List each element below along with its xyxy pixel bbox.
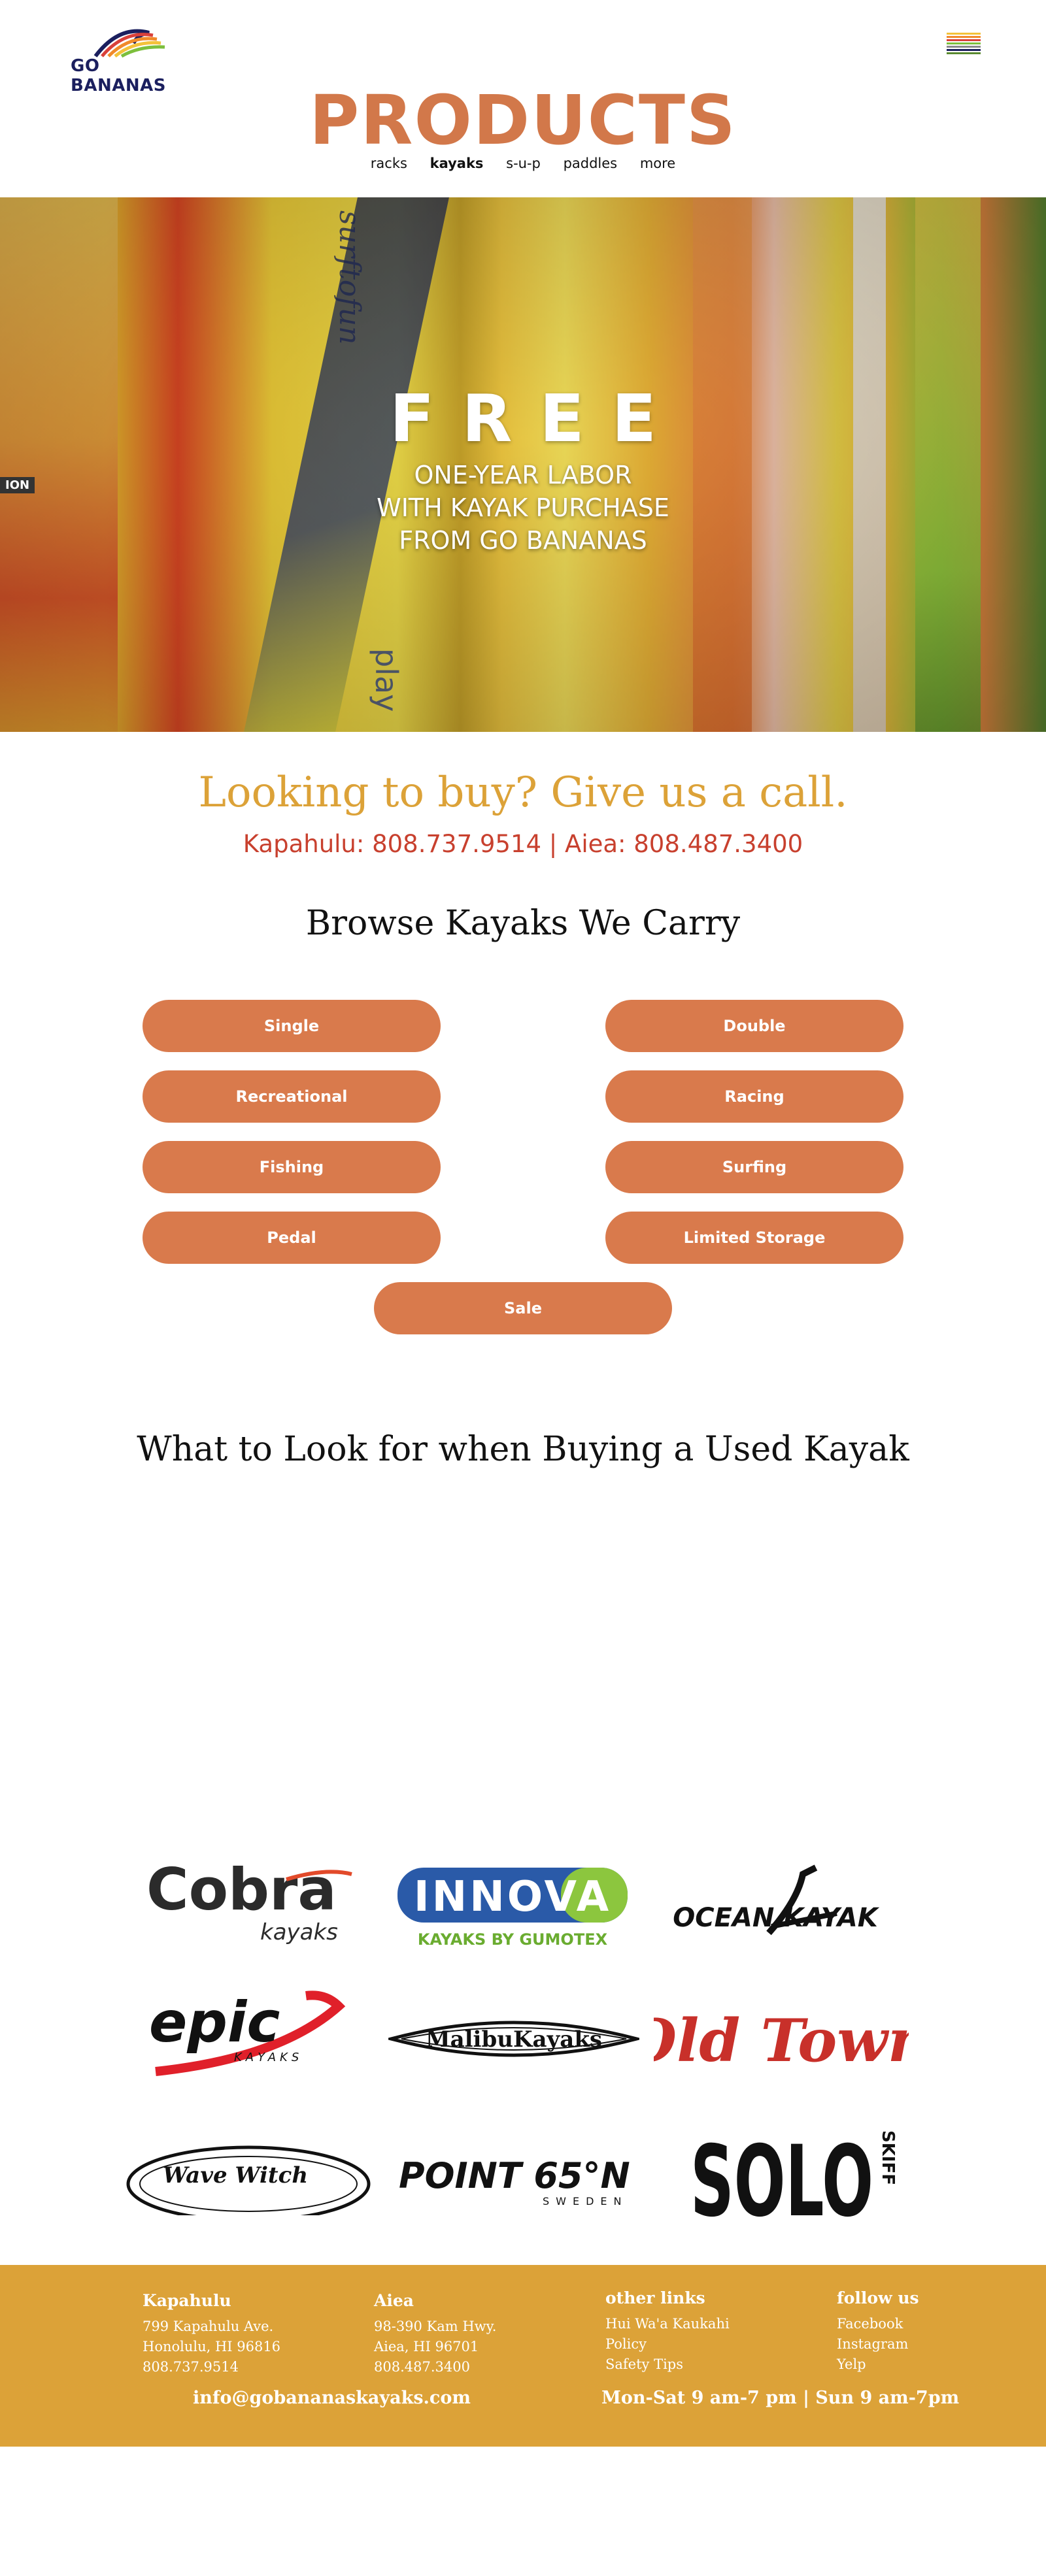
footer-heading: Kapahulu [143, 2291, 231, 2310]
brand-sub: SKIFF [878, 2130, 898, 2185]
footer-heading: Aiea [374, 2291, 414, 2310]
footer-link-yelp[interactable]: Yelp [837, 2354, 919, 2375]
brand-logo-innova[interactable]: INNOVA KAYAKS BY GUMOTEX [397, 1855, 639, 1953]
page-title: PRODUCTS [309, 80, 737, 160]
hero-image-text-surf: surftofun [333, 210, 366, 345]
hero-line: FROM GO BANANAS [399, 526, 647, 555]
category-button-double[interactable]: Double [605, 1000, 903, 1052]
category-button-limited-storage[interactable]: Limited Storage [605, 1212, 903, 1264]
footer-phone[interactable]: 808.737.9514 [143, 2357, 280, 2377]
hamburger-icon[interactable] [947, 33, 981, 59]
site-footer: Kapahulu 799 Kapahulu Ave. Honolulu, HI … [0, 2265, 1046, 2447]
brand-name: epic [149, 1990, 280, 2055]
call-title: Looking to buy? Give us a call. [198, 768, 848, 817]
brand-logo-ocean-kayak[interactable]: OCEAN KAYAK [654, 1855, 896, 1953]
category-button-single[interactable]: Single [143, 1000, 441, 1052]
call-phone-numbers[interactable]: Kapahulu: 808.737.9514 | Aiea: 808.487.3… [0, 830, 1046, 858]
brand-sub: KAYAKS BY GUMOTEX [418, 1930, 608, 1949]
nav-item-more[interactable]: more [640, 156, 675, 171]
products-nav: racks kayaks s-u-p paddles more [0, 156, 1046, 171]
hero-banner: surftofun play ION FREE ONE-YEAR LABOR W… [0, 197, 1046, 732]
footer-other-links: other links Hui Wa'a Kaukahi Policy Safe… [605, 2288, 730, 2375]
footer-heading: follow us [837, 2288, 919, 2307]
brand-name: Wave Witch [163, 2162, 308, 2188]
footer-link-policy[interactable]: Policy [605, 2334, 730, 2354]
brand-name: INNOVA [414, 1873, 611, 1921]
brand-logo-malibu-kayaks[interactable]: MalibuKayaks [388, 1980, 639, 2078]
brand-name: Cobra [146, 1856, 337, 1923]
category-button-surfing[interactable]: Surfing [605, 1141, 903, 1193]
brand-name: SOLO [690, 2125, 873, 2228]
brand-logo-epic[interactable]: epic KAYAKS [136, 1980, 378, 2078]
browse-title: Browse Kayaks We Carry [305, 904, 741, 943]
footer-aiea: Aiea 98-390 Kam Hwy. Aiea, HI 96701 808.… [374, 2291, 496, 2377]
brand-sub: KAYAKS [234, 2051, 303, 2064]
footer-link-facebook[interactable]: Facebook [837, 2314, 919, 2334]
footer-email-link[interactable]: info@gobananaskayaks.com [193, 2388, 471, 2408]
footer-line: 98-390 Kam Hwy. [374, 2319, 497, 2334]
footer-line: 799 Kapahulu Ave. [143, 2319, 274, 2334]
brand-name: MalibuKayaks [426, 2026, 602, 2053]
nav-item-racks[interactable]: racks [371, 156, 407, 171]
brand-name: POINT 65°N [399, 2155, 630, 2196]
category-button-fishing[interactable]: Fishing [143, 1141, 441, 1193]
footer-heading: other links [605, 2288, 705, 2307]
footer-hours: Mon-Sat 9 am-7 pm | Sun 9 am-7pm [601, 2388, 960, 2408]
footer-line: Aiea, HI 96701 [374, 2339, 479, 2354]
nav-item-kayaks[interactable]: kayaks [430, 156, 484, 171]
footer-kapahulu: Kapahulu 799 Kapahulu Ave. Honolulu, HI … [143, 2291, 280, 2377]
used-kayak-guide-title: What to Look for when Buying a Used Kaya… [137, 1430, 909, 1469]
brand-logo-old-town[interactable]: Old Town [654, 1980, 909, 2078]
nav-item-paddles[interactable]: paddles [564, 156, 618, 171]
brand-logo-cobra[interactable]: Cobra kayaks [136, 1855, 378, 1953]
category-button-sale[interactable]: Sale [374, 1282, 672, 1334]
brand-sub: SWEDEN [543, 2195, 628, 2207]
site-header: GO BANANAS PRODUCTS racks kayaks s-u-p p… [0, 0, 1046, 197]
brand-logo-wave-witch[interactable]: Wave Witch [124, 2117, 371, 2215]
footer-link-hui-waa[interactable]: Hui Wa'a Kaukahi [605, 2314, 730, 2334]
go-bananas-logo[interactable]: GO BANANAS [71, 24, 195, 95]
hero-line: ONE-YEAR LABOR [414, 461, 632, 489]
category-button-pedal[interactable]: Pedal [143, 1212, 441, 1264]
brand-logo-solo-skiff[interactable]: SOLO SKIFF [686, 2117, 928, 2228]
nav-item-sup[interactable]: s-u-p [506, 156, 541, 171]
hero-line: WITH KAYAK PURCHASE [377, 493, 669, 522]
hero-subtext: ONE-YEAR LABOR WITH KAYAK PURCHASE FROM … [0, 459, 1046, 557]
footer-line: Honolulu, HI 96816 [143, 2339, 281, 2354]
rainbow-logo-icon [93, 29, 165, 58]
category-button-recreational[interactable]: Recreational [143, 1070, 441, 1123]
brand-sub: kayaks [260, 1919, 338, 1945]
brand-logo-point-65[interactable]: POINT 65°N SWEDEN [395, 2117, 637, 2215]
category-button-racing[interactable]: Racing [605, 1070, 903, 1123]
footer-phone[interactable]: 808.487.3400 [374, 2357, 496, 2377]
footer-link-safety-tips[interactable]: Safety Tips [605, 2354, 730, 2375]
brand-name: OCEAN KAYAK [673, 1903, 880, 1933]
footer-link-instagram[interactable]: Instagram [837, 2334, 919, 2354]
brand-name: Old Town [654, 2006, 909, 2075]
hero-headline: FREE [390, 380, 684, 457]
hero-image-text-play: play [369, 648, 404, 712]
footer-follow-us: follow us Facebook Instagram Yelp [837, 2288, 919, 2375]
